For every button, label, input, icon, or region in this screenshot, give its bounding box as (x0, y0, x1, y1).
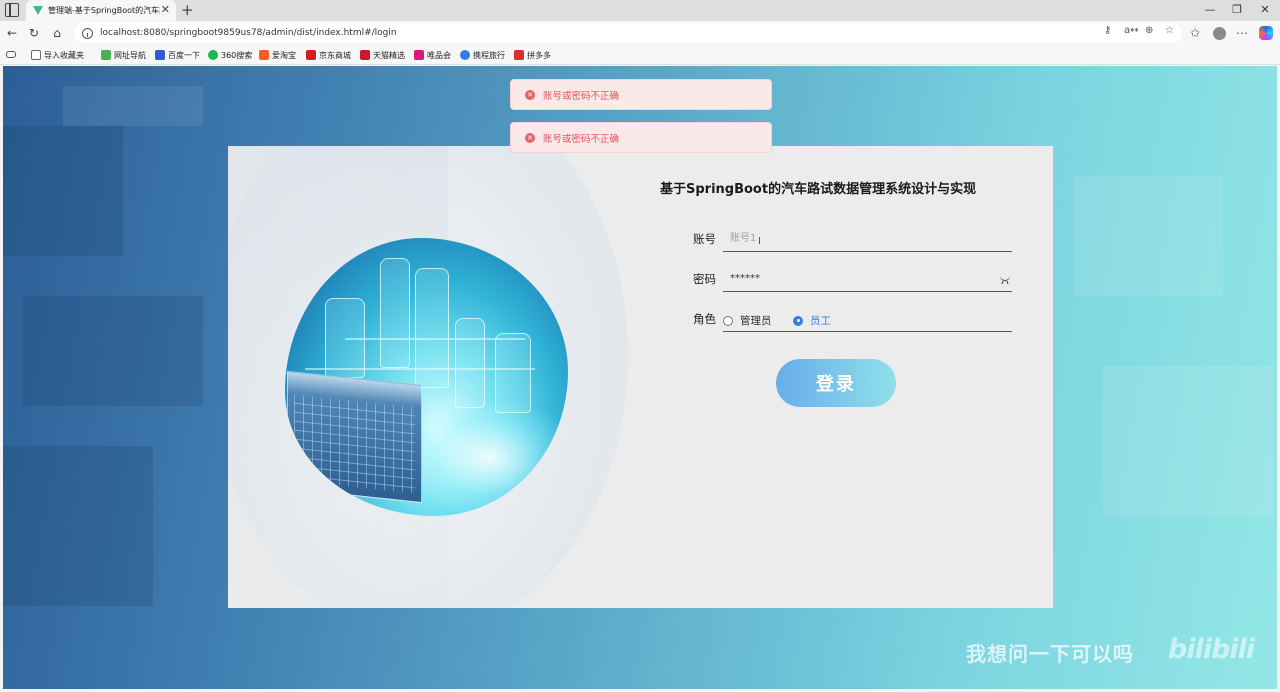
role-radio-group: 管理员 员工 (723, 306, 1012, 332)
translate-icon[interactable]: a↔ (1124, 23, 1139, 39)
illustration-pipe (345, 338, 525, 340)
bookmark-item[interactable]: 百度一下 (155, 48, 200, 62)
tab-actions-icon[interactable] (5, 3, 19, 17)
bookmark-item[interactable]: 天猫精选 (360, 48, 405, 62)
360-icon (208, 50, 218, 60)
login-card: 基于SpringBoot的汽车路试数据管理系统设计与实现 账号 密码 角色 管理… (228, 146, 1053, 608)
background-building (1103, 366, 1273, 516)
radio-checked-icon (793, 315, 803, 326)
bookmarks-bar: 导入收藏夹 网址导航 百度一下 360搜索 爱淘宝 京东商城 天猫精选 唯品会 … (0, 45, 1280, 65)
illustration-windows (294, 394, 415, 494)
bookmark-item[interactable]: 爱淘宝 (259, 48, 296, 62)
taobao-icon (259, 50, 269, 60)
back-arrow-icon[interactable]: ← (4, 25, 20, 41)
new-tab-button[interactable]: + (181, 1, 194, 19)
bookmark-item[interactable]: 拼多多 (514, 48, 551, 62)
bookmark-item[interactable]: 网址导航 (101, 48, 146, 62)
close-window-icon[interactable]: ✕ (1256, 2, 1274, 18)
illustration-building (287, 370, 422, 504)
account-label: 账号 (693, 232, 716, 246)
maximize-icon[interactable]: ❐ (1228, 2, 1246, 18)
page-title: 基于SpringBoot的汽车路试数据管理系统设计与实现 (660, 182, 977, 197)
background-building (23, 296, 203, 406)
site-info-icon[interactable] (82, 27, 93, 39)
more-menu-icon[interactable]: ⋯ (1236, 25, 1248, 41)
tab-title: 管理端-基于SpringBoot的汽车路 (48, 6, 160, 15)
copilot-icon[interactable] (1259, 26, 1273, 40)
vip-icon (414, 50, 424, 60)
minimize-icon[interactable]: — (1201, 2, 1219, 18)
illustration-tank (455, 318, 485, 408)
illustration-pipe (305, 368, 535, 370)
password-label: 密码 (693, 272, 716, 286)
factory-illustration (285, 238, 568, 516)
baidu-icon (155, 50, 165, 60)
illustration-tank (415, 268, 449, 388)
bookmarks-collapse-icon[interactable] (6, 51, 16, 58)
zoom-icon[interactable]: ⊕ (1145, 23, 1153, 39)
reload-icon[interactable]: ↻ (26, 25, 42, 41)
error-toast: ✕ 账号或密码不正确 (510, 79, 772, 110)
background-building (63, 86, 203, 126)
password-input[interactable] (723, 266, 1012, 292)
illustration-tank (380, 258, 410, 368)
bookmark-item[interactable]: 唯品会 (414, 48, 451, 62)
video-caption: 我想问一下可以吗 (966, 642, 1134, 666)
home-icon[interactable]: ⌂ (49, 25, 65, 41)
illustration-tank (495, 333, 531, 413)
account-input[interactable] (723, 226, 1012, 252)
error-circle-icon: ✕ (525, 89, 535, 100)
key-icon[interactable]: ⚷ (1104, 23, 1111, 39)
background-building (1073, 176, 1223, 296)
folder-icon (31, 50, 41, 60)
ctrip-icon (460, 50, 470, 60)
password-row: 密码 (693, 266, 1013, 292)
illustration-glow (405, 398, 568, 516)
bilibili-logo: bilibili (1168, 634, 1255, 665)
jd-icon (306, 50, 316, 60)
address-bar: ← ↻ ⌂ localhost:8080/springboot9859us78/… (0, 21, 1280, 45)
vue-logo-icon (33, 6, 43, 15)
login-button[interactable]: 登录 (776, 359, 896, 407)
tab-strip: 管理端-基于SpringBoot的汽车路 ✕ + — ❐ ✕ (0, 0, 1280, 21)
tab-close-icon[interactable]: ✕ (161, 3, 170, 17)
error-toast: ✕ 账号或密码不正确 (510, 122, 772, 153)
text-cursor-icon: I (758, 236, 761, 247)
profile-avatar-icon[interactable] (1213, 27, 1226, 40)
url-text: localhost:8080/springboot9859us78/admin/… (100, 28, 397, 38)
login-page-background: 基于SpringBoot的汽车路试数据管理系统设计与实现 账号 密码 角色 管理… (3, 66, 1277, 689)
role-radio-admin[interactable]: 管理员 (723, 313, 772, 328)
nav-icon (101, 50, 111, 60)
tmall-icon (360, 50, 370, 60)
radio-unchecked-icon (723, 315, 733, 326)
bookmark-item[interactable]: 携程旅行 (460, 48, 505, 62)
toast-message: 账号或密码不正确 (543, 90, 620, 102)
bookmark-item[interactable]: 导入收藏夹 (31, 48, 84, 62)
favorites-icon[interactable]: ✩ (1190, 25, 1200, 41)
favorite-star-icon[interactable]: ☆ (1165, 23, 1174, 39)
browser-tab-active[interactable]: 管理端-基于SpringBoot的汽车路 ✕ (26, 0, 176, 21)
toast-message: 账号或密码不正确 (543, 133, 620, 145)
url-field[interactable]: localhost:8080/springboot9859us78/admin/… (74, 23, 1182, 43)
pdd-icon (514, 50, 524, 60)
error-circle-icon: ✕ (525, 132, 535, 143)
bookmark-item[interactable]: 360搜索 (208, 48, 252, 62)
background-building (3, 126, 123, 256)
background-building (3, 446, 153, 606)
role-row: 角色 管理员 员工 (693, 306, 1013, 332)
account-row: 账号 (693, 226, 1013, 252)
role-radio-staff[interactable]: 员工 (793, 313, 831, 328)
role-label: 角色 (693, 312, 716, 326)
bookmark-item[interactable]: 京东商城 (306, 48, 351, 62)
